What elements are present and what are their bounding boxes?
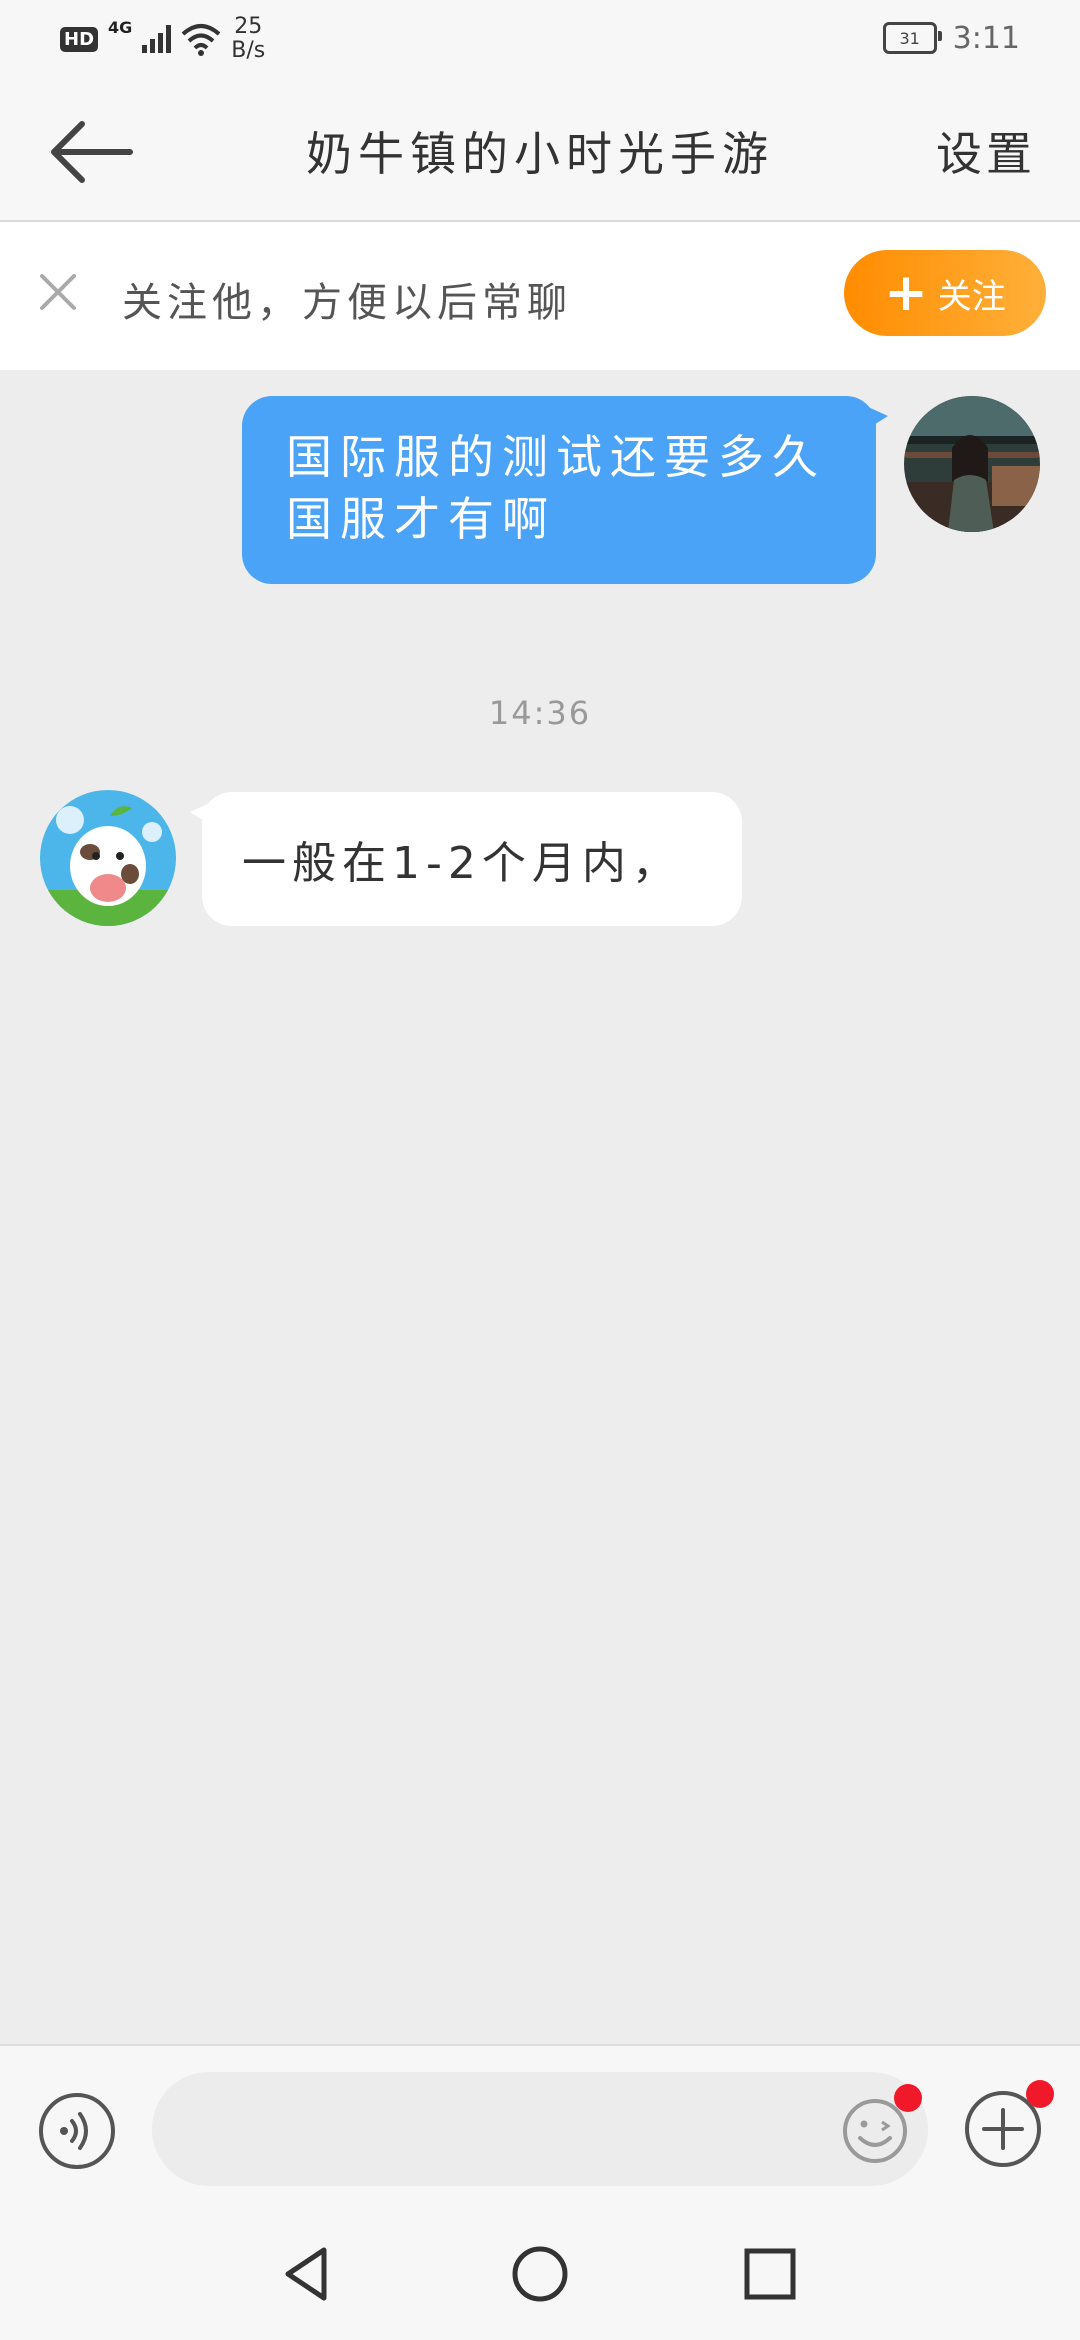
close-banner-button[interactable] [36,270,80,314]
nav-recents-icon [744,2248,796,2300]
title-bar: 奶牛镇的小时光手游 设置 [0,80,1080,222]
follow-button[interactable]: + 关注 [844,250,1046,336]
hd-badge: HD [60,26,99,52]
message-text-line: 国服才有啊 [286,492,556,546]
signal-icon [142,25,172,53]
network-speed: 25 B/s [231,15,265,63]
avatar-image [40,790,176,926]
status-time: 3:11 [952,20,1020,56]
my-avatar[interactable] [904,396,1040,532]
emoji-notification-dot [894,2084,922,2112]
nav-recents-button[interactable] [738,2242,802,2306]
voice-icon [39,2093,115,2169]
message-timestamp: 14:36 [488,694,592,732]
status-left: HD 4G 25 B/s [60,14,265,64]
battery-icon: 31 [882,22,942,54]
contact-avatar[interactable] [40,790,176,926]
nav-back-button[interactable] [276,2242,340,2306]
close-icon [40,274,76,310]
follow-button-label: 关注 [937,276,1006,317]
message-text: 一般在1-2个月内， [242,838,682,889]
nav-back-icon [285,2247,327,2301]
plus-notification-dot [1026,2080,1054,2108]
status-bar: HD 4G 25 B/s 31 3:11 [0,0,1080,80]
battery-level: 31 [899,28,920,48]
nav-home-icon [512,2246,568,2302]
message-text-line: 国际服的测试还要多久 [286,430,826,484]
nav-home-button[interactable] [508,2242,572,2306]
page-title: 奶牛镇的小时光手游 [306,127,774,181]
plus-icon: + [884,263,928,323]
message-bubble-outgoing[interactable]: 国际服的测试还要多久 国服才有啊 [242,396,888,584]
wifi-icon [181,24,221,56]
system-nav-bar [0,2212,1080,2340]
message-input[interactable] [152,2072,928,2186]
message-bubble-incoming[interactable]: 一般在1-2个月内， [190,792,742,926]
follow-hint: 关注他，方便以后常聊 [122,280,572,326]
voice-button[interactable] [38,2092,116,2170]
status-right: 31 3:11 [882,18,1020,58]
avatar-image [904,396,1040,532]
settings-button[interactable]: 设置 [936,118,1036,184]
input-bar [0,2044,1080,2214]
network-type: 4G [108,17,133,37]
speed-unit: B/s [231,38,266,63]
follow-banner: 关注他，方便以后常聊 + 关注 [0,222,1080,370]
speed-value: 25 [234,14,263,39]
